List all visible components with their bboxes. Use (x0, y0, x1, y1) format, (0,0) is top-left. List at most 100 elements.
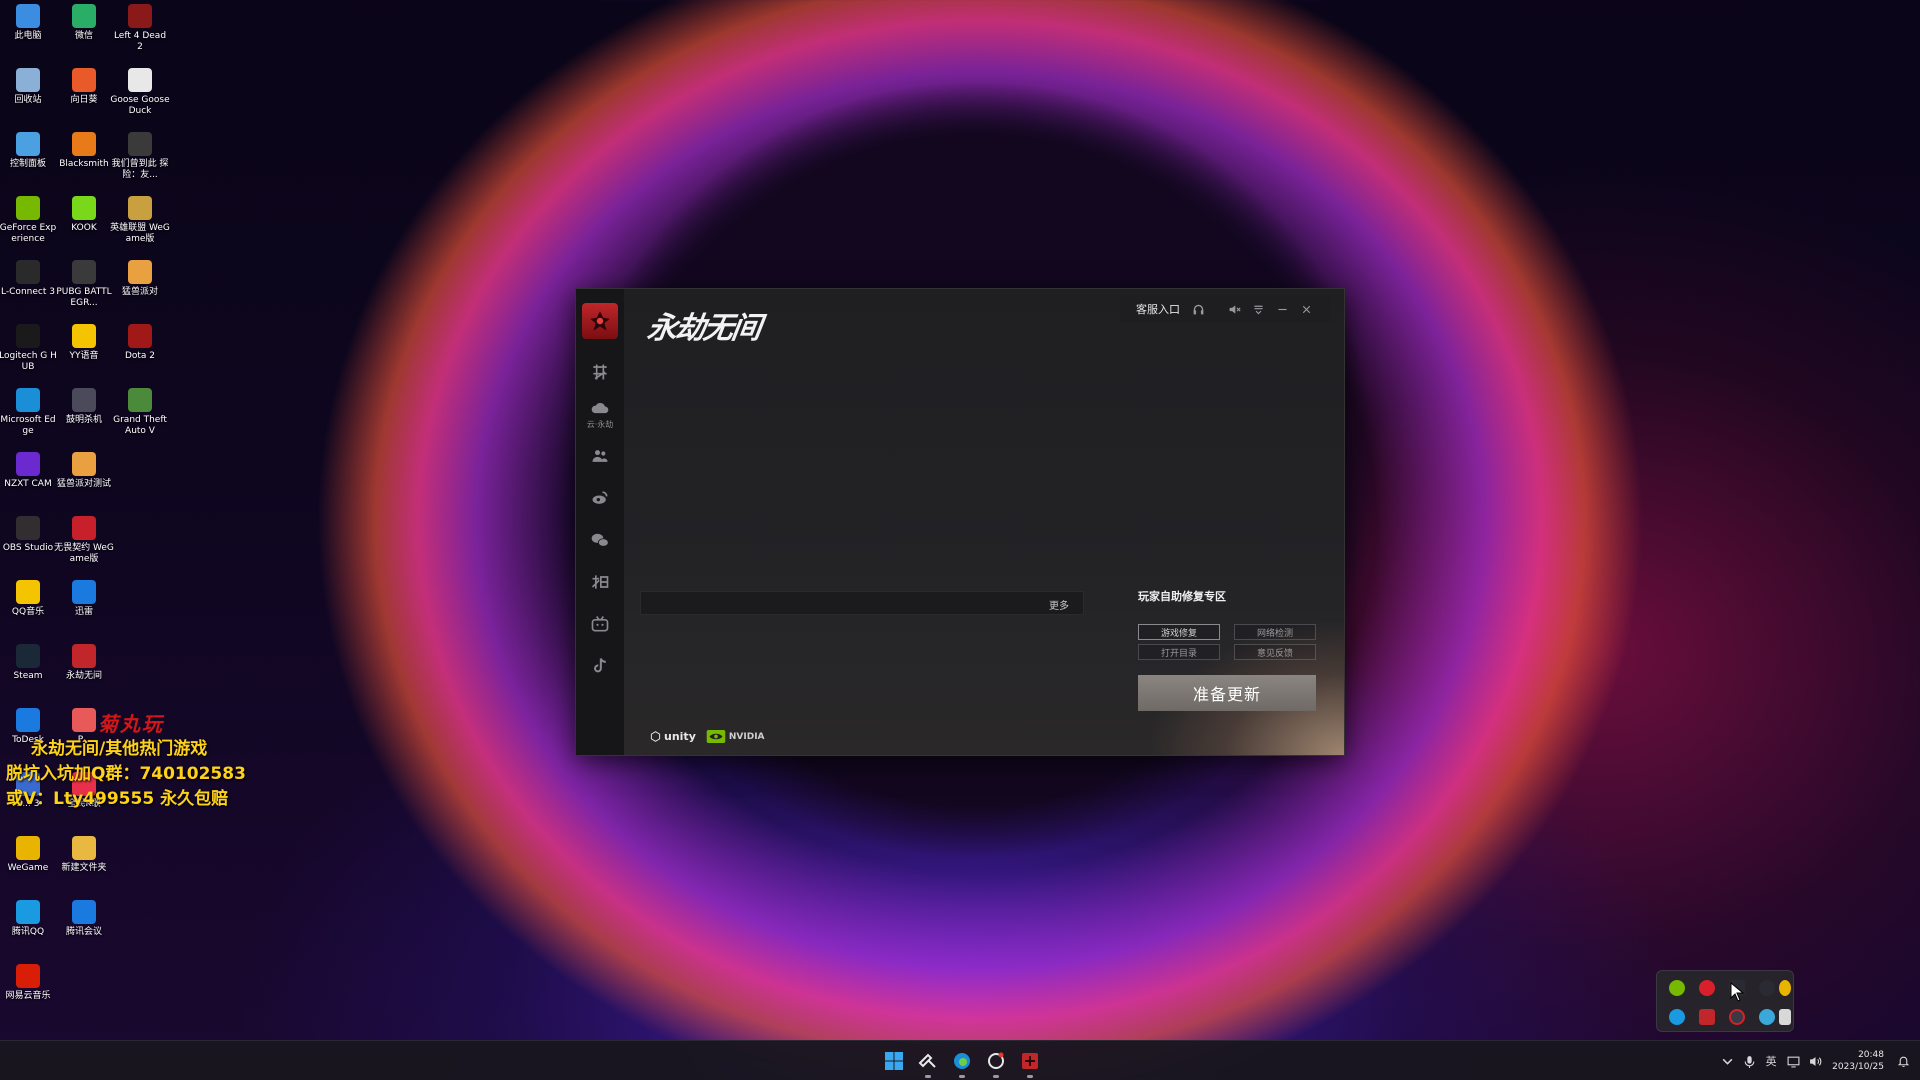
sidebar-item-bilibili[interactable] (582, 605, 618, 643)
ime-indicator[interactable]: 英 (1760, 1050, 1782, 1072)
desktop-icon-label: 迅雷 (74, 607, 93, 617)
unity-logo: unity (650, 730, 696, 743)
close-icon[interactable] (1294, 297, 1318, 321)
news-more-link[interactable]: 更多 (1049, 597, 1069, 612)
desktop-icon[interactable]: 回收站 (0, 64, 56, 124)
start-button[interactable] (880, 1047, 908, 1075)
desktop-icon[interactable]: YY语音 (56, 320, 112, 380)
headset-icon[interactable] (1186, 297, 1210, 321)
network-icon[interactable] (1782, 1050, 1804, 1072)
desktop-icon-label: 腾讯QQ (11, 927, 45, 937)
network-check-button[interactable]: 网络检测 (1234, 624, 1316, 640)
desktop-icon[interactable]: GeForce Experience (0, 192, 56, 252)
ad-line-3: 或V：Lty499555 永久包赔 (6, 789, 229, 809)
desktop-icon[interactable]: 新建文件夹 (56, 832, 112, 892)
app-icon (72, 132, 96, 156)
desktop-icon[interactable]: 控制面板 (0, 128, 56, 188)
desktop-icon-label: Goose Goose Duck (110, 95, 170, 116)
desktop-icon[interactable]: Left 4 Dead 2 (112, 0, 168, 60)
dashen-icon (591, 575, 609, 589)
taskbar-edge[interactable] (948, 1047, 976, 1078)
cloud-label: 云·永劫 (586, 419, 614, 429)
desktop-icon[interactable]: 鼓明杀机 (56, 384, 112, 444)
desktop-icon[interactable]: 向日葵 (56, 64, 112, 124)
clock-date: 2023/10/25 (1832, 1062, 1884, 1072)
app-icon (128, 132, 152, 156)
desktop-icon[interactable]: 腾讯会议 (56, 896, 112, 956)
desktop-icon[interactable]: Grand Theft Auto V (112, 384, 168, 444)
desktop-icon[interactable]: 永劫无间 (56, 640, 112, 700)
desktop-icon[interactable]: Steam (0, 640, 56, 700)
sidebar-item-community[interactable] (582, 437, 618, 475)
sunlogin-tray-icon[interactable] (1729, 1009, 1745, 1025)
sidebar-item-weibo[interactable] (582, 479, 618, 517)
app-icon (16, 580, 40, 604)
customer-service-link[interactable]: 客服入口 (1136, 301, 1180, 317)
desktop-icon-label: 英雄联盟 WeGame版 (110, 223, 170, 244)
taskbar-naraka[interactable] (1016, 1047, 1044, 1078)
desktop-icon[interactable]: 英雄联盟 WeGame版 (110, 192, 170, 252)
desktop-icon[interactable]: KOOK (56, 192, 112, 252)
desktop-icon[interactable]: WeGame (0, 832, 56, 892)
desktop-icon[interactable]: PUBG BATTLEGR... (56, 256, 112, 316)
edge-tray-icon[interactable] (1669, 1009, 1685, 1025)
desktop-icon[interactable]: 我们曾到此 探险：友... (112, 128, 168, 188)
desktop-icon[interactable]: Logitech G HUB (0, 320, 57, 380)
geforce-tray-icon[interactable] (1669, 980, 1685, 996)
mute-icon[interactable] (1222, 297, 1246, 321)
clock[interactable]: 20:48 2023/10/25 (1832, 1049, 1884, 1073)
red-app-tray-icon[interactable] (1699, 980, 1715, 996)
app-icon (72, 644, 96, 668)
desktop-icon[interactable]: NZXT CAM (0, 448, 56, 508)
microphone-icon[interactable] (1738, 1050, 1760, 1072)
volume-icon[interactable] (1804, 1050, 1826, 1072)
desktop-icon[interactable]: OBS Studio (0, 512, 56, 572)
network-tray-icon[interactable] (1759, 1009, 1775, 1025)
desktop-icon[interactable]: 微信 (56, 0, 112, 60)
sidebar-item-douyin[interactable] (582, 647, 618, 685)
usb-tray-icon[interactable] (1779, 1009, 1791, 1025)
desktop-icon[interactable]: 猛兽派对 (112, 256, 168, 316)
desktop-icon-label: 回收站 (14, 95, 42, 105)
desktop-icon[interactable]: 腾讯QQ (0, 896, 56, 956)
desktop-icon[interactable]: Blacksmith (56, 128, 112, 188)
game-repair-button[interactable]: 游戏修复 (1138, 624, 1220, 640)
desktop-icon[interactable]: Microsoft Edge (0, 384, 56, 444)
desktop-icon[interactable]: 猛兽派对测试 (56, 448, 112, 508)
app-icon (16, 452, 40, 476)
taskbar-blacksmith[interactable] (914, 1047, 942, 1078)
desktop-icon[interactable]: L-Connect 3 (0, 256, 56, 316)
feedback-button[interactable]: 意见反馈 (1234, 644, 1316, 660)
notification-bell-icon[interactable] (1892, 1050, 1914, 1072)
yy-tray-icon[interactable] (1779, 980, 1791, 996)
game-logo-icon[interactable] (582, 303, 618, 339)
desktop-icon-label: Microsoft Edge (0, 415, 56, 436)
chevron-up-icon[interactable] (1716, 1050, 1738, 1072)
sidebar-item-cloud[interactable]: 云·永劫 (582, 395, 618, 433)
desktop-icon[interactable]: 此电脑 (0, 0, 56, 60)
desktop-icon[interactable]: 网易云音乐 (0, 960, 56, 1020)
prepare-update-button[interactable]: 准备更新 (1138, 675, 1316, 711)
minimize-icon[interactable] (1270, 297, 1294, 321)
blacksmith-icon (918, 1053, 936, 1068)
sidebar-item-brand[interactable] (582, 353, 618, 391)
ad-line-2: 脱坑入坑加Q群：740102583 (6, 764, 246, 784)
desktop-icon-label: 网易云音乐 (5, 991, 51, 1001)
app-icon (72, 708, 96, 732)
desktop-icon[interactable]: Dota 2 (112, 320, 168, 380)
sidebar-item-wechat[interactable] (582, 521, 618, 559)
naraka-tray-icon[interactable] (1699, 1009, 1715, 1025)
app-icon (128, 388, 152, 412)
menu-dropdown-icon[interactable] (1246, 297, 1270, 321)
desktop-icon[interactable]: Goose Goose Duck (110, 64, 170, 124)
app-icon (72, 900, 96, 924)
app-icon (16, 132, 40, 156)
logitech-tray-icon[interactable] (1759, 980, 1775, 996)
desktop-icon[interactable]: 迅雷 (56, 576, 112, 636)
desktop-icon-label: NZXT CAM (4, 479, 52, 489)
desktop-icon[interactable]: QQ音乐 (0, 576, 56, 636)
open-directory-button[interactable]: 打开目录 (1138, 644, 1220, 660)
desktop-icon[interactable]: 无畏契约 WeGame版 (54, 512, 114, 572)
sidebar-item-dashen[interactable] (582, 563, 618, 601)
taskbar-sunlogin[interactable] (982, 1047, 1010, 1078)
